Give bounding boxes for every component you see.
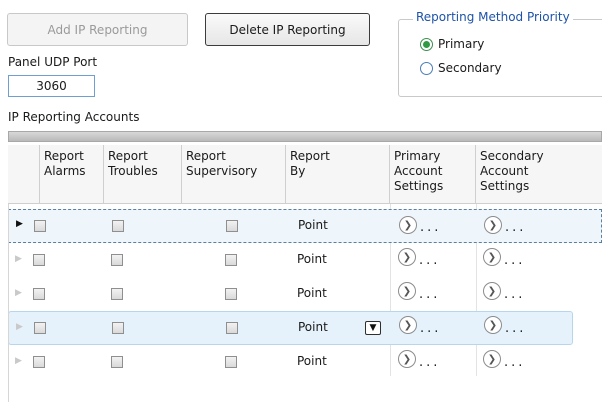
report-troubles-checkbox[interactable] [111, 356, 123, 368]
report-by-cell[interactable]: Point [298, 320, 328, 334]
table-row[interactable]: ▶ Point ❯ ... ❯ ... [8, 278, 602, 312]
panel-udp-port-label: Panel UDP Port [8, 55, 98, 69]
column-header-secondary-account-settings[interactable]: Secondary Account Settings [476, 145, 602, 203]
column-header-label: Secondary Account Settings [480, 149, 544, 193]
expand-circle-icon[interactable]: ❯ [483, 282, 501, 300]
report-supervisory-checkbox[interactable] [226, 220, 238, 232]
panel-udp-port-input[interactable]: 3060 [8, 75, 95, 97]
report-by-cell[interactable]: Point [297, 286, 327, 300]
table-row[interactable]: ▶ Point ❯ ... ❯ ... [8, 209, 602, 243]
expand-circle-icon[interactable]: ❯ [483, 350, 501, 368]
report-troubles-checkbox[interactable] [111, 288, 123, 300]
row-indicator-arrow-icon: ▶ [15, 356, 22, 366]
secondary-account-settings-value[interactable]: ... [504, 355, 525, 370]
expand-circle-icon[interactable]: ❯ [484, 316, 502, 334]
table-row[interactable]: ▶ Point ▼ ❯ ... ❯ ... [8, 311, 573, 345]
chevron-down-icon[interactable]: ▼ [365, 321, 381, 335]
expand-circle-icon[interactable]: ❯ [399, 316, 417, 334]
table-row[interactable]: ▶ Point ❯ ... ❯ ... [8, 244, 602, 278]
report-alarms-checkbox[interactable] [34, 322, 46, 334]
report-supervisory-checkbox[interactable] [226, 322, 238, 334]
ip-reporting-accounts-label: IP Reporting Accounts [8, 110, 140, 124]
expand-circle-icon[interactable]: ❯ [484, 216, 502, 234]
report-alarms-checkbox[interactable] [34, 220, 46, 232]
delete-ip-reporting-button[interactable]: Delete IP Reporting [205, 13, 370, 46]
row-indicator-arrow-icon: ▶ [16, 219, 23, 229]
expand-circle-icon[interactable]: ❯ [398, 248, 416, 266]
header-divider [8, 203, 602, 204]
reporting-method-priority-group [398, 19, 602, 97]
row-header-column [8, 145, 40, 203]
priority-option-primary[interactable]: Primary [417, 36, 537, 54]
column-header-label: Report Troubles [108, 149, 158, 178]
column-header-report-by[interactable]: Report By [286, 145, 390, 203]
row-indicator-arrow-icon: ▶ [16, 322, 23, 332]
secondary-account-settings-value[interactable]: ... [504, 253, 525, 268]
column-header-report-supervisory[interactable]: Report Supervisory [182, 145, 286, 203]
column-header-primary-account-settings[interactable]: Primary Account Settings [390, 145, 476, 203]
column-header-label: Report Supervisory [186, 149, 258, 178]
priority-secondary-label: Secondary [438, 61, 502, 75]
add-ip-reporting-button[interactable]: Add IP Reporting [7, 13, 188, 46]
report-supervisory-checkbox[interactable] [225, 356, 237, 368]
report-troubles-checkbox[interactable] [112, 220, 124, 232]
column-header-report-troubles[interactable]: Report Troubles [104, 145, 182, 203]
priority-option-secondary[interactable]: Secondary [417, 60, 537, 78]
primary-account-settings-value[interactable]: ... [420, 220, 441, 235]
primary-account-settings-value[interactable]: ... [419, 287, 440, 302]
report-supervisory-checkbox[interactable] [225, 254, 237, 266]
expand-circle-icon[interactable]: ❯ [483, 248, 501, 266]
report-supervisory-checkbox[interactable] [225, 288, 237, 300]
reporting-method-priority-title: Reporting Method Priority [413, 10, 573, 24]
radio-selected-icon[interactable] [420, 38, 433, 51]
report-alarms-checkbox[interactable] [33, 254, 45, 266]
secondary-account-settings-value[interactable]: ... [505, 321, 526, 336]
expand-circle-icon[interactable]: ❯ [399, 216, 417, 234]
primary-account-settings-value[interactable]: ... [419, 355, 440, 370]
primary-account-settings-value[interactable]: ... [420, 321, 441, 336]
report-by-cell[interactable]: Point [297, 354, 327, 368]
row-indicator-arrow-icon: ▶ [15, 288, 22, 298]
column-header-label: Report Alarms [44, 149, 86, 178]
column-header-label: Primary Account Settings [394, 149, 444, 193]
row-indicator-arrow-icon: ▶ [15, 254, 22, 264]
grid-group-panel [8, 131, 602, 142]
secondary-account-settings-value[interactable]: ... [504, 287, 525, 302]
report-by-cell[interactable]: Point [297, 252, 327, 266]
primary-account-settings-value[interactable]: ... [419, 253, 440, 268]
expand-circle-icon[interactable]: ❯ [398, 350, 416, 368]
report-alarms-checkbox[interactable] [33, 288, 45, 300]
report-troubles-checkbox[interactable] [112, 322, 124, 334]
priority-primary-label: Primary [438, 37, 485, 51]
column-header-label: Report By [290, 149, 330, 178]
radio-unselected-icon[interactable] [420, 62, 433, 75]
report-troubles-checkbox[interactable] [111, 254, 123, 266]
report-by-cell[interactable]: Point [298, 218, 328, 232]
secondary-account-settings-value[interactable]: ... [505, 220, 526, 235]
column-header-report-alarms[interactable]: Report Alarms [40, 145, 104, 203]
report-alarms-checkbox[interactable] [33, 356, 45, 368]
expand-circle-icon[interactable]: ❯ [398, 282, 416, 300]
table-row[interactable]: ▶ Point ❯ ... ❯ ... [8, 346, 602, 380]
grid-left-border [8, 204, 9, 402]
